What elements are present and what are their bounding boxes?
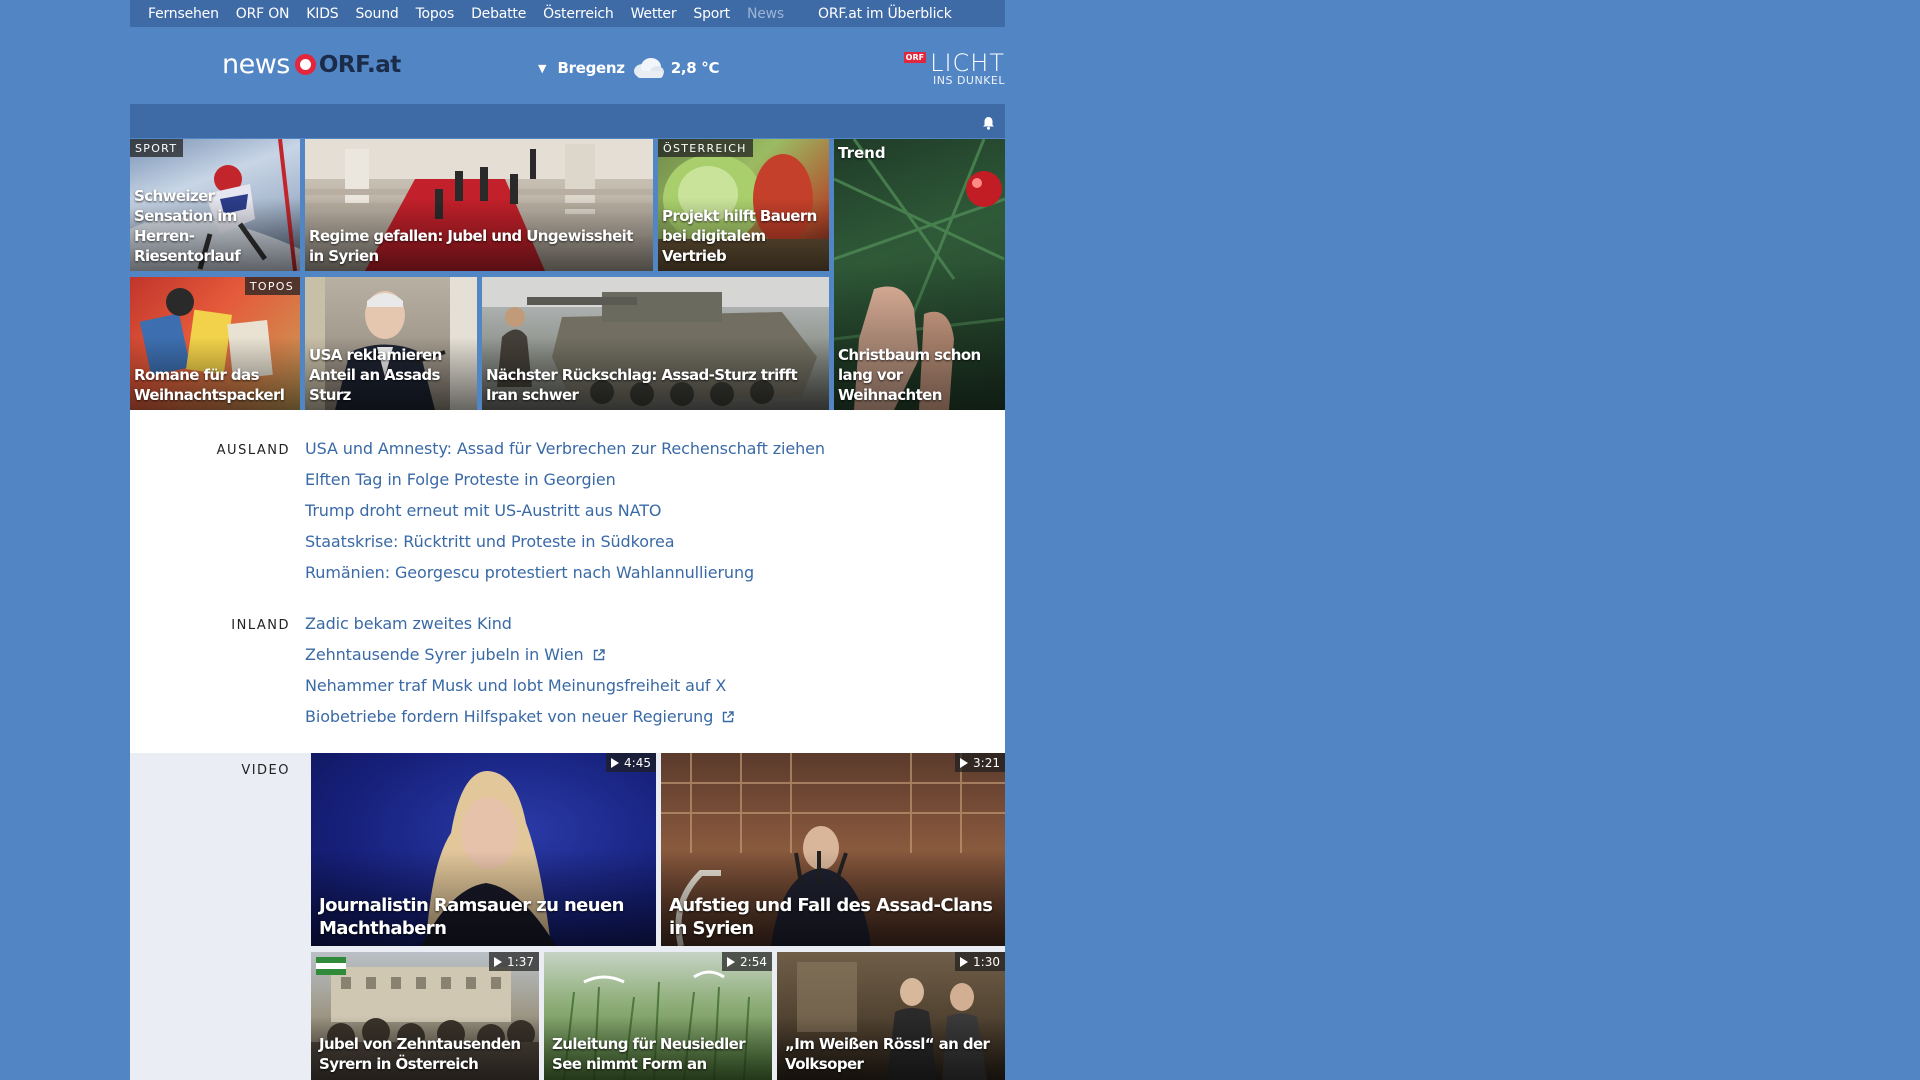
duration-text: 2:54	[740, 955, 767, 969]
teaser-tile[interactable]: Nächster Rückschlag: Assad-Sturz trifft …	[482, 277, 829, 410]
teaser-title: Christbaum schon lang vor Weihnachten	[838, 346, 981, 404]
teaser-title: Projekt hilft Bauern bei digitalem Vertr…	[662, 207, 817, 265]
news-link[interactable]: USA und Amnesty: Assad für Verbrechen zu…	[305, 439, 825, 458]
nav-wetter[interactable]: Wetter	[631, 6, 677, 22]
video-tile[interactable]: 3:21 Aufstieg und Fall des Assad-Clans i…	[661, 753, 1005, 946]
teaser-tile[interactable]: Trend Christbaum schon lang vor Weihnach…	[834, 139, 1005, 410]
video-title: „Im Weißen Rössl“ an der Volksoper	[785, 1035, 990, 1073]
teaser-tile[interactable]: TOPOS Romane für das Weihnachtspackerl	[130, 277, 300, 410]
play-icon	[494, 957, 503, 967]
video-title: Journalistin Ramsauer zu neuen Machthabe…	[319, 895, 624, 939]
nav-sport[interactable]: Sport	[693, 6, 730, 22]
news-link[interactable]: Zadic bekam zweites Kind	[305, 614, 512, 633]
news-lists: AUSLAND USA und Amnesty: Assad für Verbr…	[130, 410, 1005, 753]
news-link-external[interactable]: Zehntausende Syrer jubeln in Wien	[305, 645, 605, 664]
news-orf-logo[interactable]: news ORF.at	[222, 49, 401, 80]
section-label-inland: INLAND	[231, 618, 290, 633]
teaser-tile[interactable]: USA reklamieren Anteil an Assads Sturz	[305, 277, 477, 410]
nav-news[interactable]: News	[747, 6, 784, 22]
logo-orf-text: ORF.at	[318, 51, 401, 78]
teaser-title: Romane für das Weihnachtspackerl	[134, 366, 285, 404]
video-tile[interactable]: 1:37 Jubel von Zehntausenden Syrern in Ö…	[311, 952, 539, 1080]
orf-ring-icon	[294, 54, 316, 75]
licht-title: LICHT	[930, 49, 1005, 77]
play-icon	[960, 957, 969, 967]
site-header: news ORF.at ▼ Bregenz 2,8 °C ORF LICHT IN…	[130, 27, 1005, 102]
teaser-title: Nächster Rückschlag: Assad-Sturz trifft …	[486, 366, 798, 404]
video-duration: 3:21	[955, 753, 1005, 772]
nav-oesterreich[interactable]: Österreich	[543, 6, 614, 22]
licht-subtitle: INS DUNKEL	[933, 74, 1005, 87]
weather-widget[interactable]: ▼ Bregenz 2,8 °C	[538, 56, 720, 80]
duration-text: 1:37	[507, 955, 534, 969]
teaser-category-tag: TOPOS	[244, 277, 300, 295]
news-link[interactable]: Trump droht erneut mit US-Austritt aus N…	[305, 501, 662, 520]
news-link[interactable]: Staatskrise: Rücktritt und Proteste in S…	[305, 532, 675, 551]
nav-orf-overview[interactable]: ORF.at im Überblick	[818, 6, 952, 22]
nav-debatte[interactable]: Debatte	[471, 6, 526, 22]
teaser-category-tag: SPORT	[130, 139, 184, 157]
news-link[interactable]: Elften Tag in Folge Proteste in Georgien	[305, 470, 616, 489]
video-title: Aufstieg und Fall des Assad-Clans in Syr…	[669, 895, 993, 939]
logo-news-text: news	[222, 49, 290, 80]
trend-label: Trend	[838, 144, 886, 162]
teaser-title: Schweizer Sensation im Herren-Riesentorl…	[134, 187, 241, 265]
duration-text: 3:21	[973, 756, 1000, 770]
nav-sound[interactable]: Sound	[355, 6, 398, 22]
video-duration: 2:54	[722, 952, 772, 971]
nav-orf-on[interactable]: ORF ON	[236, 6, 290, 22]
nav-topos[interactable]: Topos	[416, 6, 455, 22]
caret-down-icon[interactable]: ▼	[538, 62, 546, 75]
weather-temperature: 2,8 °C	[670, 59, 720, 77]
video-tile[interactable]: 1:30 „Im Weißen Rössl“ an der Volksoper	[777, 952, 1005, 1080]
external-link-icon	[723, 711, 734, 723]
teaser-tile[interactable]: Regime gefallen: Jubel und Ungewissheit …	[305, 139, 653, 271]
news-link-text: Biobetriebe fordern Hilfspaket von neuer…	[305, 707, 714, 726]
section-label-ausland: AUSLAND	[216, 443, 290, 458]
teaser-category-tag: ÖSTERREICH	[658, 139, 753, 157]
duration-text: 4:45	[624, 756, 651, 770]
teaser-title: USA reklamieren Anteil an Assads Sturz	[309, 346, 442, 404]
nav-kids[interactable]: KIDS	[306, 6, 338, 22]
video-section: VIDEO 4:45 Journalistin Ramsauer zu neue…	[130, 753, 1005, 1080]
news-link[interactable]: Rumänien: Georgescu protestiert nach Wah…	[305, 563, 754, 582]
play-icon	[960, 758, 969, 768]
video-duration: 1:37	[489, 952, 539, 971]
cloud-icon	[631, 56, 665, 80]
teaser-tile[interactable]: SPORT Schweizer Sensation im Herren-Ries…	[130, 139, 300, 271]
licht-ins-dunkel-logo[interactable]: ORF LICHT INS DUNKEL	[903, 49, 1005, 87]
play-icon	[727, 957, 736, 967]
duration-text: 1:30	[973, 955, 1000, 969]
nav-fernsehen[interactable]: Fernsehen	[148, 6, 219, 22]
news-link-external[interactable]: Biobetriebe fordern Hilfspaket von neuer…	[305, 707, 734, 726]
news-link[interactable]: Nehammer traf Musk und lobt Meinungsfrei…	[305, 676, 726, 695]
video-tile[interactable]: 4:45 Journalistin Ramsauer zu neuen Mach…	[311, 753, 656, 946]
teaser-title: Regime gefallen: Jubel und Ungewissheit …	[309, 227, 633, 265]
external-link-icon	[593, 649, 605, 661]
licht-orf-badge: ORF	[903, 52, 927, 63]
video-duration: 1:30	[955, 952, 1005, 971]
bell-icon[interactable]	[982, 115, 995, 130]
video-title: Zuleitung für Neusiedler See nimmt Form …	[552, 1035, 746, 1073]
content-top-bar	[130, 104, 1005, 138]
video-tile[interactable]: 2:54 Zuleitung für Neusiedler See nimmt …	[544, 952, 772, 1080]
video-duration: 4:45	[606, 753, 656, 772]
weather-city: Bregenz	[557, 59, 625, 77]
video-title: Jubel von Zehntausenden Syrern in Österr…	[319, 1035, 521, 1073]
play-icon	[611, 758, 620, 768]
section-label-video: VIDEO	[241, 763, 290, 778]
news-link-text: Zehntausende Syrer jubeln in Wien	[305, 645, 584, 664]
teaser-tile[interactable]: ÖSTERREICH Projekt hilft Bauern bei digi…	[658, 139, 829, 271]
top-navigation: Fernsehen ORF ON KIDS Sound Topos Debatt…	[130, 0, 1005, 27]
